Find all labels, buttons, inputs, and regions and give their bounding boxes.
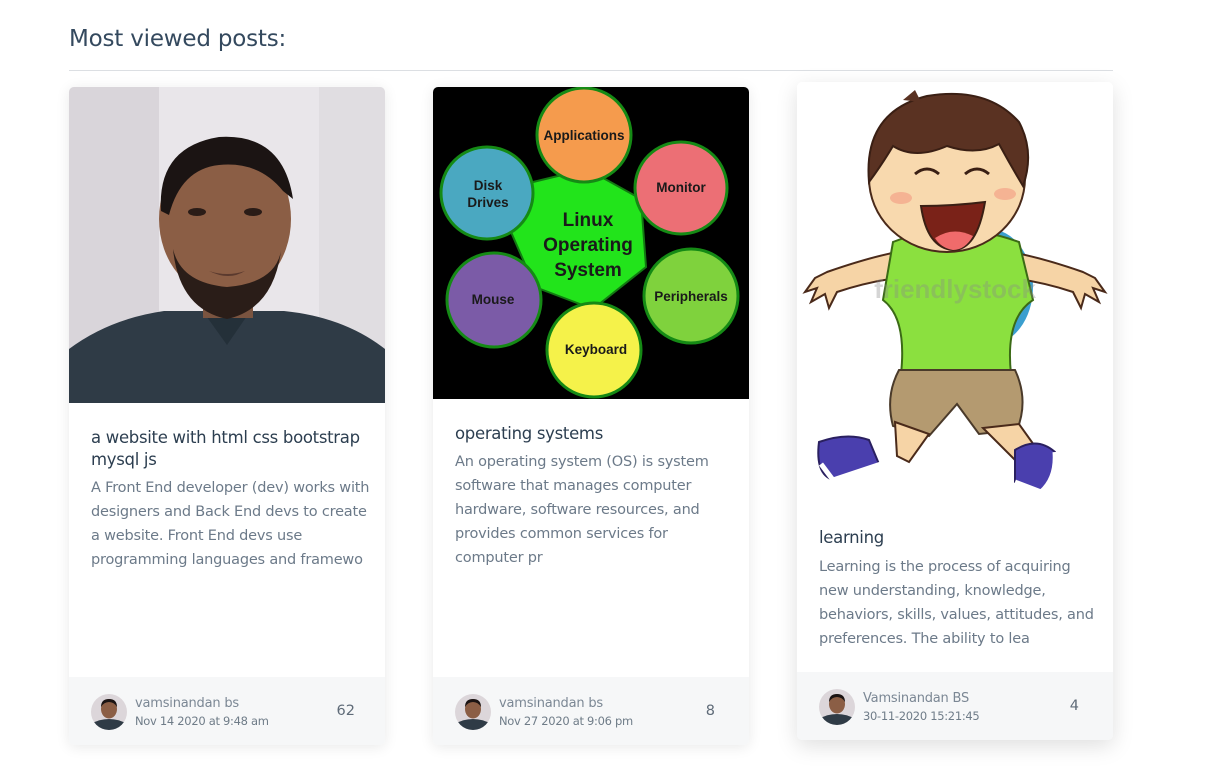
post-date: Nov 14 2020 at 9:48 am [135, 714, 269, 728]
view-count: 62 [336, 703, 355, 719]
post-title[interactable]: operating systems [455, 423, 735, 445]
view-count: 8 [705, 703, 715, 719]
post-title[interactable]: a website with html css bootstrap mysql … [91, 427, 371, 471]
author-name[interactable]: vamsinandan bs [499, 696, 603, 711]
post-footer: vamsinandan bs Nov 27 2020 at 9:06 pm 8 [433, 677, 749, 745]
post-excerpt: A Front End developer (dev) works with d… [91, 480, 370, 568]
section-title: Most viewed posts: [69, 26, 287, 52]
image-watermark: friendlystock [874, 274, 1036, 304]
view-count: 4 [1069, 698, 1079, 714]
svg-text:Monitor: Monitor [656, 180, 706, 195]
svg-text:Peripherals: Peripherals [654, 289, 728, 304]
svg-text:Applications: Applications [543, 128, 624, 143]
post-image-linux-diagram[interactable]: Linux Operating System Applications Moni… [433, 87, 749, 399]
section-divider [69, 70, 1113, 71]
post-excerpt: An operating system (OS) is system softw… [455, 454, 709, 566]
post-footer: Vamsinandan BS 30-11-2020 15:21:45 4 [797, 672, 1113, 740]
post-card[interactable]: a website with html css bootstrap mysql … [69, 87, 385, 745]
svg-text:Linux: Linux [563, 210, 614, 231]
post-image-portrait[interactable] [69, 87, 385, 403]
post-excerpt: Learning is the process of acquiring new… [819, 559, 1094, 647]
svg-text:Keyboard: Keyboard [565, 342, 627, 357]
post-card[interactable]: Linux Operating System Applications Moni… [433, 87, 749, 745]
post-title[interactable]: learning [819, 527, 1099, 549]
post-footer: vamsinandan bs Nov 14 2020 at 9:48 am 62 [69, 677, 385, 745]
svg-text:System: System [554, 260, 622, 281]
author-avatar[interactable] [819, 689, 855, 725]
author-name[interactable]: vamsinandan bs [135, 696, 239, 711]
author-name[interactable]: Vamsinandan BS [863, 691, 969, 706]
svg-text:Operating: Operating [543, 235, 633, 256]
post-date: Nov 27 2020 at 9:06 pm [499, 714, 633, 728]
svg-text:Mouse: Mouse [472, 292, 515, 307]
post-date: 30-11-2020 15:21:45 [863, 709, 980, 723]
post-card[interactable]: friendlystock learning Learning is the p… [797, 82, 1113, 740]
svg-text:Disk: Disk [474, 178, 503, 193]
post-image-jumping-boy[interactable]: friendlystock [797, 82, 1113, 502]
author-avatar[interactable] [91, 694, 127, 730]
svg-text:Drives: Drives [467, 195, 508, 210]
author-avatar[interactable] [455, 694, 491, 730]
